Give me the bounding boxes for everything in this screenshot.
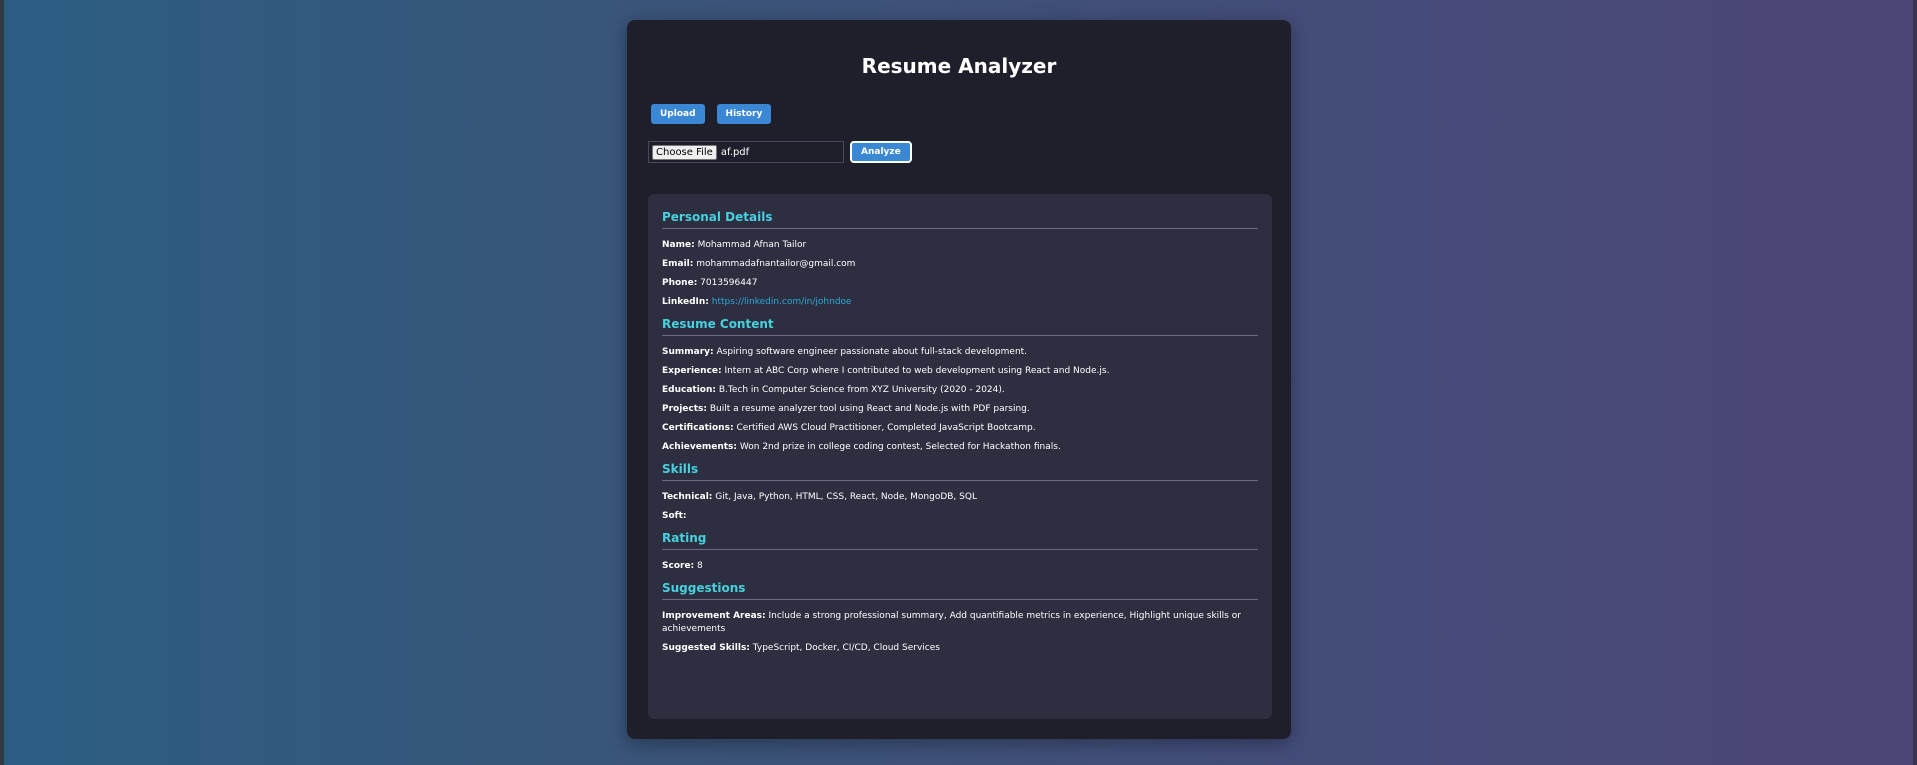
personal-details-section: Personal Details Name: Mohammad Afnan Ta… (662, 210, 1258, 309)
rating-section: Rating Score: 8 (662, 531, 1258, 573)
score-row: Score: 8 (662, 561, 703, 571)
choose-file-button[interactable]: Choose File (652, 144, 717, 160)
window-left-edge (0, 0, 4, 765)
education-row: Education: B.Tech in Computer Science fr… (662, 385, 1005, 395)
window-right-edge (1913, 0, 1917, 765)
email-row: Email: mohammadafnantailor@gmail.com (662, 259, 856, 269)
linkedin-link[interactable]: https://linkedin.com/in/johndoe (712, 297, 852, 307)
selected-file-name: af.pdf (720, 146, 750, 158)
page-title: Resume Analyzer (861, 54, 1057, 78)
section-heading: Suggestions (662, 581, 1258, 600)
upload-tab-button[interactable]: Upload (651, 104, 705, 124)
file-input[interactable]: Choose File af.pdf (648, 141, 844, 163)
suggested-skills-row: Suggested Skills: TypeScript, Docker, CI… (662, 643, 940, 653)
skills-section: Skills Technical: Git, Java, Python, HTM… (662, 462, 1258, 523)
projects-row: Projects: Built a resume analyzer tool u… (662, 404, 1030, 414)
resume-content-section: Resume Content Summary: Aspiring softwar… (662, 317, 1258, 454)
analysis-result-panel: Personal Details Name: Mohammad Afnan Ta… (648, 194, 1272, 719)
experience-row: Experience: Intern at ABC Corp where I c… (662, 366, 1110, 376)
achievements-row: Achievements: Won 2nd prize in college c… (662, 442, 1061, 452)
certifications-row: Certifications: Certified AWS Cloud Prac… (662, 423, 1036, 433)
section-heading: Personal Details (662, 210, 1258, 229)
summary-row: Summary: Aspiring software engineer pass… (662, 347, 1028, 357)
nav-bar: Upload History (651, 104, 772, 124)
suggestions-section: Suggestions Improvement Areas: Include a… (662, 581, 1258, 655)
analyze-button[interactable]: Analyze (850, 141, 912, 163)
improvement-areas-row: Improvement Areas: Include a strong prof… (662, 611, 1241, 634)
linkedin-row: LinkedIn: https://linkedin.com/in/johndo… (662, 297, 852, 307)
section-heading: Resume Content (662, 317, 1258, 336)
section-heading: Rating (662, 531, 1258, 550)
score-value: 8 (697, 561, 703, 571)
phone-row: Phone: 7013596447 (662, 278, 758, 288)
section-heading: Skills (662, 462, 1258, 481)
history-tab-button[interactable]: History (716, 104, 772, 124)
upload-form: Choose File af.pdf Analyze (648, 141, 912, 163)
technical-skills-row: Technical: Git, Java, Python, HTML, CSS,… (662, 492, 977, 502)
soft-skills-row: Soft: (662, 511, 687, 521)
name-row: Name: Mohammad Afnan Tailor (662, 240, 807, 250)
analyzer-card: Resume Analyzer Upload History Choose Fi… (627, 20, 1291, 739)
